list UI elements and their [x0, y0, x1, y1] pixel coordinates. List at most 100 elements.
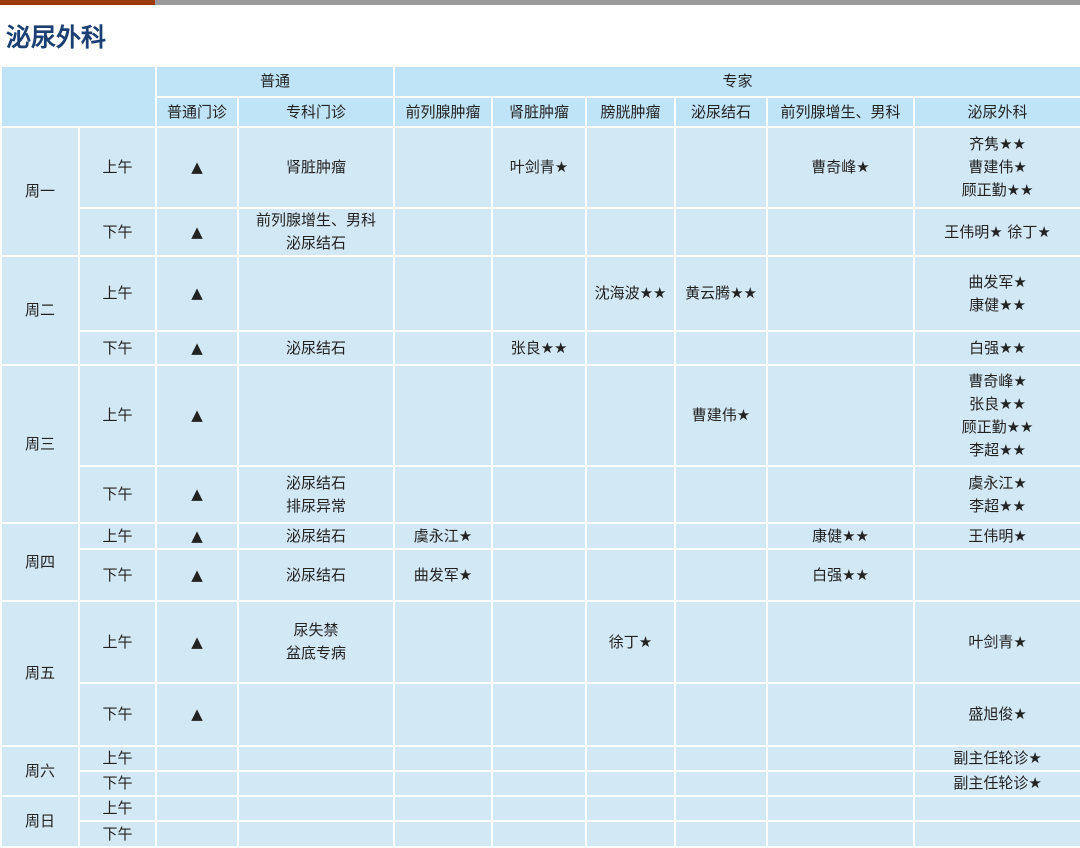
schedule-row: 下午	[1, 820, 1080, 848]
schedule-cell: 前列腺增生、男科 泌尿结石	[236, 207, 396, 257]
schedule-cell: 张良★★	[491, 330, 588, 366]
schedule-cell	[236, 770, 396, 797]
schedule-cell	[585, 330, 677, 366]
column-header: 泌尿外科	[913, 96, 1080, 128]
schedule-cell: 叶剑青★	[913, 600, 1080, 684]
schedule-cell	[155, 770, 239, 797]
schedule-cell	[674, 745, 769, 772]
schedule-cell	[585, 548, 677, 602]
schedule-cell	[674, 600, 769, 684]
schedule-cell	[585, 364, 677, 467]
day-label: 周三	[0, 364, 80, 524]
schedule-cell	[155, 820, 239, 848]
schedule-cell: 黄云腾★★	[674, 255, 769, 332]
schedule-cell: 虞永江★ 李超★★	[913, 465, 1080, 524]
schedule-cell	[766, 330, 916, 366]
column-header: 前列腺肿瘤	[393, 96, 494, 128]
schedule-row: 下午 ▲ 泌尿结石 曲发军★ 白强★★	[1, 548, 1080, 602]
schedule-cell: 泌尿结石	[236, 330, 396, 366]
schedule-cell: 曲发军★	[393, 548, 494, 602]
column-header: 前列腺增生、男科	[766, 96, 916, 128]
schedule-cell: 曹建伟★	[674, 364, 769, 467]
period-label: 下午	[78, 682, 157, 747]
schedule-row: 下午 ▲ 泌尿结石 排尿异常 虞永江★ 李超★★	[1, 465, 1080, 524]
schedule-cell: 曹奇峰★ 张良★★ 顾正勤★★ 李超★★	[913, 364, 1080, 467]
schedule-cell	[393, 820, 494, 848]
schedule-cell	[393, 207, 494, 257]
schedule-row: 周二 上午 ▲ 沈海波★★ 黄云腾★★ 曲发军★ 康健★★	[0, 255, 1080, 366]
schedule-cell	[585, 522, 677, 550]
schedule-row: 周五 上午 ▲ 尿失禁 盆底专病 徐丁★ 叶剑青★	[0, 600, 1080, 747]
schedule-cell	[236, 820, 396, 848]
schedule-cell	[674, 207, 769, 257]
column-header: 泌尿结石	[674, 96, 769, 128]
day-label: 周一	[0, 126, 80, 257]
schedule-cell	[766, 207, 916, 257]
period-label: 上午	[78, 255, 157, 332]
schedule-cell: 叶剑青★	[491, 126, 588, 209]
schedule-cell: 曲发军★ 康健★★	[913, 255, 1080, 332]
schedule-cell	[674, 770, 769, 797]
schedule-cell	[236, 682, 396, 747]
period-label: 上午	[78, 600, 157, 684]
schedule-cell	[674, 126, 769, 209]
schedule-cell	[393, 682, 494, 747]
schedule-cell	[674, 820, 769, 848]
schedule-cell	[491, 795, 588, 822]
period-label: 上午	[78, 745, 157, 772]
schedule-cell	[491, 522, 588, 550]
schedule-cell	[585, 770, 677, 797]
schedule-cell	[674, 522, 769, 550]
schedule-cell: 王伟明★ 徐丁★	[913, 207, 1080, 257]
schedule-cell	[393, 745, 494, 772]
schedule-cell: ▲	[155, 364, 239, 467]
schedule-cell: 盛旭俊★	[913, 682, 1080, 747]
schedule-row: 下午 ▲ 盛旭俊★	[1, 682, 1080, 747]
header-corner	[0, 65, 157, 128]
schedule-cell	[674, 548, 769, 602]
schedule-row: 周日 上午	[0, 795, 1080, 848]
day-label: 周日	[0, 795, 80, 848]
schedule-cell	[766, 465, 916, 524]
schedule-cell	[766, 795, 916, 822]
schedule-cell: ▲	[155, 255, 239, 332]
schedule-cell	[674, 795, 769, 822]
column-header: 专科门诊	[236, 96, 396, 128]
schedule-cell	[491, 255, 588, 332]
schedule-cell	[766, 745, 916, 772]
column-header: 肾脏肿瘤	[491, 96, 588, 128]
schedule-cell: 白强★★	[913, 330, 1080, 366]
schedule-cell: 泌尿结石	[236, 522, 396, 550]
schedule-cell	[236, 745, 396, 772]
schedule-cell	[913, 795, 1080, 822]
schedule-cell: ▲	[155, 207, 239, 257]
schedule-cell	[393, 795, 494, 822]
schedule-cell	[766, 820, 916, 848]
schedule-cell	[585, 745, 677, 772]
schedule-cell	[674, 465, 769, 524]
schedule-cell: 王伟明★	[913, 522, 1080, 550]
period-label: 下午	[78, 820, 157, 848]
schedule-cell: 康健★★	[766, 522, 916, 550]
day-label: 周四	[0, 522, 80, 602]
schedule-cell	[491, 548, 588, 602]
schedule-cell: ▲	[155, 522, 239, 550]
schedule-row: 下午 ▲ 前列腺增生、男科 泌尿结石 王伟明★ 徐丁★	[1, 207, 1080, 257]
schedule-cell	[585, 820, 677, 848]
schedule-cell: 虞永江★	[393, 522, 494, 550]
period-label: 上午	[78, 522, 157, 550]
schedule-cell	[585, 126, 677, 209]
schedule-cell: 副主任轮诊★	[913, 770, 1080, 797]
schedule-cell	[766, 364, 916, 467]
schedule-cell: ▲	[155, 682, 239, 747]
day-label: 周二	[0, 255, 80, 366]
schedule-cell: 泌尿结石	[236, 548, 396, 602]
schedule-cell	[491, 820, 588, 848]
schedule-row: 周六 上午 副主任轮诊★	[0, 745, 1080, 797]
schedule-cell	[491, 364, 588, 467]
schedule-cell	[766, 770, 916, 797]
schedule-row: 下午 ▲ 泌尿结石 张良★★ 白强★★	[1, 330, 1080, 366]
schedule-cell: ▲	[155, 548, 239, 602]
schedule-cell	[491, 600, 588, 684]
schedule-cell: ▲	[155, 600, 239, 684]
